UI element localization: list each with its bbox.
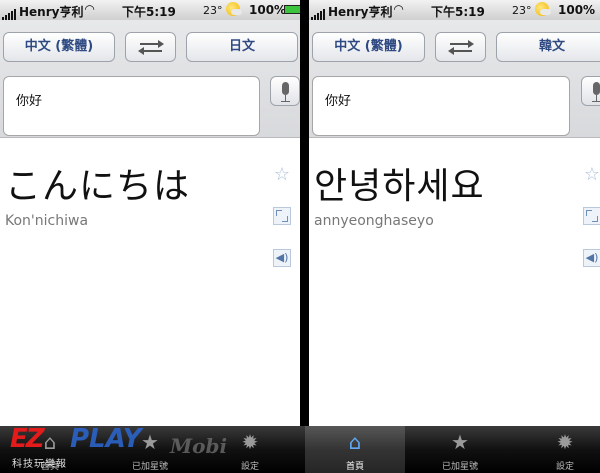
- star-icon[interactable]: ☆: [273, 166, 291, 184]
- wifi-icon: ◠: [85, 2, 95, 16]
- speaker-icon[interactable]: ◀): [273, 249, 291, 267]
- fullscreen-icon[interactable]: [273, 207, 291, 225]
- tab-starred[interactable]: ★ 已加星號: [410, 426, 510, 473]
- fullscreen-icon[interactable]: [583, 207, 600, 225]
- wifi-icon: ◠: [394, 2, 404, 16]
- tab-home[interactable]: ⌂ 首頁: [0, 426, 100, 473]
- tab-label: 已加星號: [441, 462, 478, 472]
- transliteration: annyeonghaseyo: [314, 213, 434, 229]
- swap-languages-button[interactable]: [125, 32, 176, 62]
- tab-label: 設定: [240, 462, 259, 472]
- swap-arrows-icon: [140, 40, 164, 48]
- gear-icon: ✹: [556, 430, 574, 454]
- microphone-base: [281, 101, 290, 102]
- voice-input-button[interactable]: [581, 76, 600, 106]
- battery-percent: 100%: [558, 3, 596, 17]
- voice-input-button[interactable]: [270, 76, 300, 106]
- source-language-button[interactable]: 中文 (繁體): [312, 32, 425, 62]
- swap-arrow-back: [138, 47, 162, 55]
- transliteration: Kon'nichiwa: [5, 213, 89, 229]
- temperature: 23°: [512, 4, 532, 17]
- signal-icon: [311, 6, 326, 20]
- translate-toolbar: 中文 (繁體) 日文 你好: [0, 20, 300, 138]
- source-language-button[interactable]: 中文 (繁體): [3, 32, 115, 62]
- clock: 下午5:19: [122, 5, 176, 19]
- home-icon: ⌂: [348, 430, 362, 454]
- tab-bar: ⌂ 首頁 ★ 已加星號 ✹ 設定 ⌂ 首頁 ★ 已加星號 ✹ 設定: [0, 426, 600, 473]
- tab-settings[interactable]: ✹ 設定: [515, 426, 600, 473]
- target-language-button[interactable]: 韓文: [496, 32, 600, 62]
- microphone-icon: [593, 82, 600, 95]
- microphone-icon: [282, 82, 289, 95]
- tab-settings[interactable]: ✹ 設定: [200, 426, 300, 473]
- swap-arrows-icon: [450, 40, 474, 48]
- tab-home[interactable]: ⌂ 首頁: [305, 426, 405, 473]
- status-bar: Henry亨利 ◠ 下午5:19 23° 100%: [309, 0, 600, 20]
- signal-icon: [2, 6, 17, 20]
- swap-languages-button[interactable]: [435, 32, 486, 62]
- carrier-name: Henry亨利: [19, 5, 84, 19]
- translation-result: こんにちは: [5, 166, 191, 207]
- battery-percent: 100%: [249, 3, 287, 17]
- star-icon: ★: [451, 430, 469, 454]
- speaker-icon[interactable]: ◀): [583, 249, 600, 267]
- weather-icon: [226, 2, 242, 16]
- home-icon: ⌂: [43, 430, 57, 454]
- source-text-input[interactable]: 你好: [312, 76, 570, 136]
- tab-starred[interactable]: ★ 已加星號: [100, 426, 200, 473]
- source-text-input[interactable]: 你好: [3, 76, 260, 136]
- translation-result: 안녕하세요: [314, 166, 485, 207]
- tab-label: 首頁: [40, 462, 59, 472]
- temperature: 23°: [203, 4, 223, 17]
- carrier-name: Henry亨利: [328, 5, 393, 19]
- battery-icon: [284, 5, 300, 14]
- weather-icon: [535, 2, 551, 16]
- microphone-base: [592, 101, 600, 102]
- tab-label: 設定: [555, 462, 574, 472]
- tab-label: 首頁: [345, 462, 364, 472]
- gear-icon: ✹: [241, 430, 259, 454]
- star-icon[interactable]: ☆: [583, 166, 600, 184]
- status-bar: Henry亨利 ◠ 下午5:19 23° 100%: [0, 0, 300, 20]
- swap-arrow-back: [448, 47, 472, 55]
- tab-label: 已加星號: [131, 462, 168, 472]
- target-language-button[interactable]: 日文: [186, 32, 298, 62]
- star-icon: ★: [141, 430, 159, 454]
- translate-toolbar: 中文 (繁體) 韓文 你好: [309, 20, 600, 138]
- screen-japanese: Henry亨利 ◠ 下午5:19 23° 100% 中文 (繁體) 日文 你好 …: [0, 0, 300, 473]
- clock: 下午5:19: [431, 5, 485, 19]
- screen-korean: Henry亨利 ◠ 下午5:19 23° 100% 中文 (繁體) 韓文 你好 …: [309, 0, 600, 473]
